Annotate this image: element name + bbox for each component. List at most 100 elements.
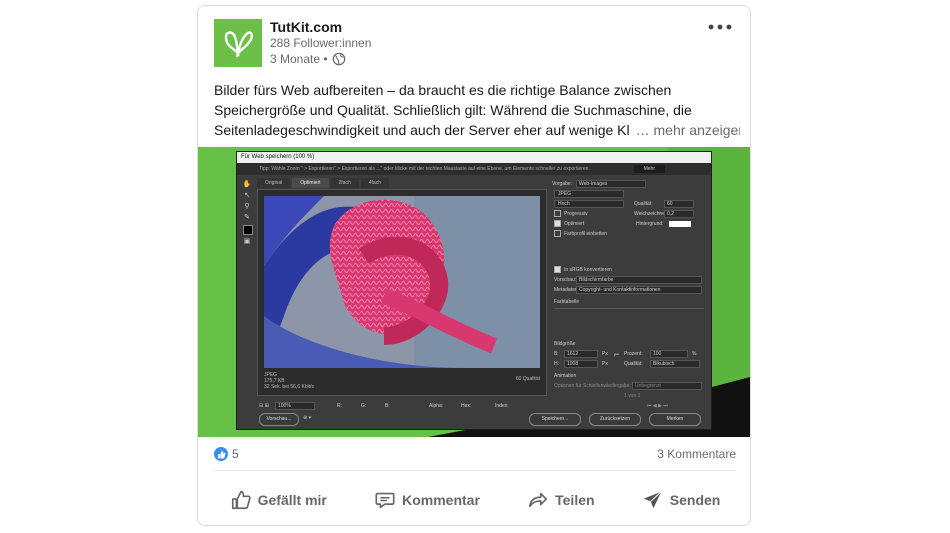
author-name[interactable]: TutKit.com	[270, 19, 371, 35]
zoom-select: 100%	[275, 402, 315, 410]
optimized-label: Optimiert	[564, 221, 585, 227]
height-label: H:	[554, 361, 559, 367]
like-label: Gefällt mir	[257, 492, 327, 508]
image-size-label: Bildgröße	[554, 341, 576, 347]
tab-4up: 4fach	[360, 178, 389, 188]
rope-illustration	[264, 196, 540, 368]
progressive-checkbox	[554, 210, 561, 218]
send-button[interactable]: Senden	[632, 481, 731, 519]
remember-button: Merken	[649, 413, 701, 426]
mehr-button: Mehr	[633, 165, 665, 173]
dialog-tip-bar: Tipp: Wähle Zoom " > Exportieren" > Expo…	[237, 163, 711, 175]
matte-swatch	[669, 221, 691, 227]
width-label: B:	[554, 351, 559, 357]
reset-button: Zurücksetzen	[589, 413, 641, 426]
toggle-slices-icon: ▣	[243, 238, 251, 245]
convert-srgb-checkbox	[554, 266, 561, 274]
tip-text: Tipp: Wähle Zoom " > Exportieren" > Expo…	[259, 166, 590, 172]
color-table-area	[554, 308, 704, 339]
share-button[interactable]: Teilen	[517, 481, 604, 519]
index-readout: Index:	[495, 403, 509, 409]
reactions-count[interactable]: 5	[214, 447, 239, 461]
share-label: Teilen	[555, 492, 595, 508]
embed-profile-checkbox	[554, 230, 561, 238]
link-dimensions-icon: ⌐	[614, 349, 620, 359]
see-more-link[interactable]: … mehr anzeigen	[636, 122, 740, 138]
follower-count: 288 Follower:innen	[270, 36, 372, 50]
tool-column: ✋ ↖ ⚲ ✎ ▣	[240, 178, 254, 249]
frame-counter: 1 von 1	[624, 393, 641, 399]
like-button[interactable]: Gefällt mir	[220, 481, 337, 519]
quality-field: 60	[664, 200, 694, 208]
metadata-select: Copyright- und Kontaktinformationen	[576, 286, 702, 294]
embed-profile-label: Farbprofil einbetten	[564, 231, 608, 237]
comments-count[interactable]: 3 Kommentare	[657, 447, 736, 461]
zoom-buttons-icon: ⊟ ⊞	[259, 403, 269, 409]
height-field: 1008	[564, 360, 598, 368]
progressive-label: Progressiv	[564, 211, 588, 217]
comment-button[interactable]: Kommentar	[364, 481, 490, 519]
feed-post-card: TutKit.com 288 Follower:innen 3 Monate •…	[197, 5, 751, 526]
tab-original: Original	[257, 178, 291, 188]
optimized-checkbox	[554, 220, 561, 228]
optimized-option: Optimiert	[554, 220, 584, 228]
post-text-line-last: Seitenladegeschwindigkeit und auch der S…	[214, 120, 740, 140]
hand-tool-icon: ✋	[242, 181, 252, 188]
resample-select: Bikubisch	[650, 360, 700, 368]
comment-label: Kommentar	[402, 492, 480, 508]
loop-select: Unbegrenzt	[632, 382, 702, 390]
percent-unit: %	[692, 351, 697, 357]
more-options-button[interactable]	[704, 16, 736, 38]
company-logo[interactable]	[214, 19, 262, 67]
loop-label: Optionen für Schleifenwiedergabe:	[554, 383, 631, 389]
send-label: Senden	[669, 492, 721, 508]
matte-label: Hintergrund:	[636, 221, 664, 227]
preview-frame: JPEG 175,7 KB 32 Sek. bei 56,6 Kbit/s 60…	[257, 189, 547, 396]
preview-tabs: Original Optimiert 2fach 4fach	[257, 178, 389, 188]
hex-readout: Hex:	[461, 403, 472, 409]
post-text: Bilder fürs Web aufbereiten – da braucht…	[214, 80, 740, 140]
animation-label: Animation	[554, 373, 577, 379]
share-arrow-icon	[529, 492, 548, 508]
preset-select: Web-Images	[576, 180, 646, 188]
post-header: TutKit.com 288 Follower:innen 3 Monate •	[198, 6, 750, 76]
blur-field: 0,2	[664, 210, 694, 218]
info-time: 32 Sek. bei 56,6 Kbit/s	[264, 384, 315, 390]
slice-select-tool-icon: ↖	[244, 192, 250, 199]
post-image[interactable]: Für Web speichern (100 %) Tipp: Wähle Zo…	[198, 147, 750, 437]
browser-preview-icon: ⊕ ▾	[303, 415, 312, 421]
post-time: 3 Monate •	[270, 51, 371, 67]
color-swatch-icon	[243, 225, 253, 235]
thumbs-up-icon	[231, 490, 251, 510]
social-counts: 5 3 Kommentare	[214, 442, 736, 466]
settings-panel: Vorgabe: Web-Images JPEG Hoch Qualität: …	[552, 178, 707, 399]
reactions-number: 5	[232, 447, 239, 461]
percent-field: 100	[650, 350, 688, 358]
actions-divider	[214, 470, 736, 471]
post-age: 3 Monate •	[270, 52, 328, 66]
like-reaction-icon	[214, 447, 228, 461]
post-meta: TutKit.com 288 Follower:innen 3 Monate •	[270, 19, 371, 67]
eyedropper-tool-icon: ✎	[244, 214, 250, 221]
progressive-option: Progressiv	[554, 210, 588, 218]
percent-label: Prozent:	[624, 351, 643, 357]
preview-label: Vorschau:	[554, 277, 577, 283]
convert-srgb-label: In sRGB konvertieren	[564, 267, 612, 273]
compression-select: Hoch	[554, 200, 624, 208]
photoshop-save-for-web-dialog: Für Web speichern (100 %) Tipp: Wähle Zo…	[236, 151, 712, 430]
blue-readout: B:	[385, 403, 390, 409]
butterfly-logo-icon	[224, 31, 253, 58]
color-table-label: Farbtabelle	[554, 299, 580, 305]
width-field: 1612	[564, 350, 598, 358]
alpha-readout: Alpha:	[429, 403, 444, 409]
send-plane-icon	[643, 491, 662, 509]
preview-select: Bildschirmfarbe	[576, 276, 702, 284]
post-text-line: Bilder fürs Web aufbereiten – da braucht…	[214, 82, 672, 98]
green-readout: G:	[361, 403, 367, 409]
tab-2up: 2fach	[330, 178, 359, 188]
red-readout: R:	[337, 403, 342, 409]
dialog-bottom-bar: ⊟ ⊞ 100% R: G: B: Alpha: Hex: Index: ⏮ ◀…	[257, 402, 707, 426]
globe-icon	[332, 52, 345, 66]
post-text-line: Speichergröße und Qualität. Schließlich …	[214, 102, 692, 118]
resample-label: Qualität:	[624, 361, 643, 367]
